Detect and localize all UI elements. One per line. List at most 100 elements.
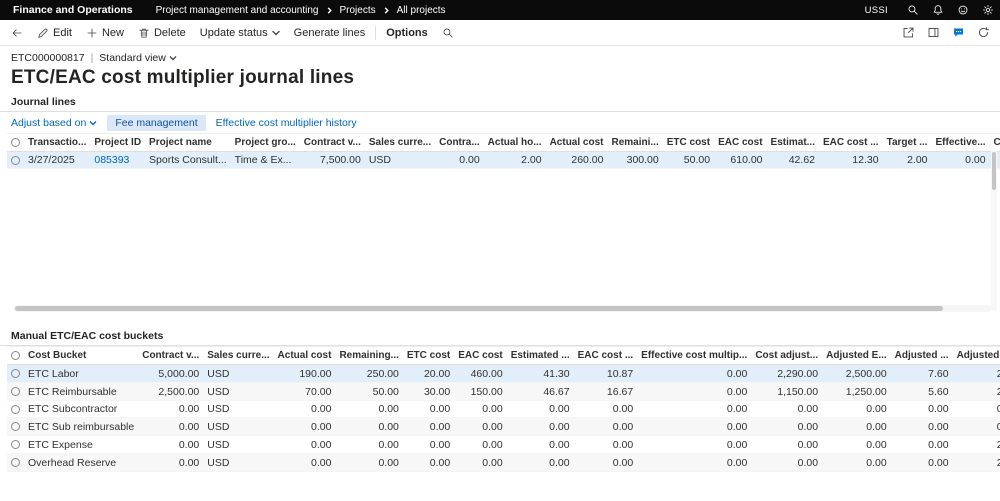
grid-cell: 0.00 (751, 436, 822, 454)
table-row[interactable]: ETC Sub reimbursable0.00USD0.000.000.000… (7, 418, 1000, 436)
side-pane-icon[interactable] (921, 20, 946, 46)
table-row[interactable]: 3/27/2025085393Sports Consult...Time & E… (7, 152, 1000, 169)
row-selector-icon (11, 351, 20, 360)
column-header[interactable]: Contra... (435, 134, 484, 152)
row-selector[interactable] (7, 383, 24, 401)
column-header[interactable]: EAC cost ... (574, 347, 638, 365)
grid-cell: 0.00 (574, 418, 638, 436)
column-header[interactable]: Actual ho... (484, 134, 546, 152)
grid-cell: 16.67 (574, 383, 638, 401)
column-header[interactable]: EAC cost (714, 134, 766, 152)
update-status-button[interactable]: Update status (193, 20, 287, 45)
find-button[interactable] (435, 20, 461, 45)
row-selector[interactable] (7, 418, 24, 436)
back-button[interactable] (4, 20, 30, 45)
options-button[interactable]: Options (379, 20, 435, 45)
column-header[interactable]: Remaini... (607, 134, 662, 152)
row-selector[interactable] (7, 152, 24, 169)
row-selector[interactable] (7, 401, 24, 418)
table-row[interactable]: ETC Expense0.00USD0.000.000.000.000.000.… (7, 436, 1000, 454)
column-header[interactable]: Sales curre... (365, 134, 435, 152)
project-id-link[interactable]: 085393 (94, 154, 129, 166)
grid-cell: 085393 (90, 152, 145, 169)
grid-cell: 0.00 (507, 436, 574, 454)
grid-cell: 0.00 (454, 454, 506, 472)
column-header[interactable]: Estimated ... (507, 347, 574, 365)
open-in-new-window-icon[interactable] (896, 20, 921, 46)
table-row[interactable]: Overhead Reserve0.00USD0.000.000.000.000… (7, 454, 1000, 472)
record-id[interactable]: ETC000000817 (11, 52, 85, 64)
column-header[interactable]: Actual cost (546, 134, 608, 152)
delete-button[interactable]: Delete (131, 20, 193, 45)
column-header[interactable]: Transactio... (24, 134, 90, 152)
grid-cell: 0.00 (574, 436, 638, 454)
grid-cell: 0.00 (751, 454, 822, 472)
select-all-rows[interactable] (7, 134, 24, 152)
search-icon[interactable] (900, 0, 925, 20)
breadcrumb-item-module[interactable]: Project management and accounting (156, 5, 319, 16)
grid-cell: 1,150.00 (751, 383, 822, 401)
grid-cell: 0.00 (822, 436, 891, 454)
column-header[interactable]: ETC cost (663, 134, 714, 152)
grid-cell: 0.00 (932, 152, 990, 169)
table-row[interactable]: ETC Reimbursable2,500.00USD70.0050.0030.… (7, 383, 1000, 401)
page-title: ETC/EAC cost multiplier journal lines (11, 67, 1000, 89)
column-header[interactable]: ETC cost (403, 347, 454, 365)
chat-icon[interactable] (946, 20, 971, 46)
column-header[interactable]: Target ... (883, 134, 932, 152)
breadcrumb-item-area[interactable]: Projects (340, 5, 376, 16)
column-header[interactable]: EAC cost (454, 347, 506, 365)
view-selector[interactable]: Standard view (99, 52, 177, 64)
notifications-icon[interactable] (925, 0, 950, 20)
column-header[interactable]: Effective... (932, 134, 990, 152)
grid-cell: 12.30 (819, 152, 883, 169)
column-header[interactable]: Estimat... (767, 134, 819, 152)
table-row[interactable]: ETC Labor5,000.00USD190.00250.0020.00460… (7, 365, 1000, 383)
scrollbar-thumb[interactable] (15, 306, 943, 311)
select-all-rows[interactable] (7, 347, 24, 365)
generate-lines-button[interactable]: Generate lines (287, 20, 373, 45)
settings-icon[interactable] (975, 0, 1000, 20)
table-row[interactable]: ETC Subcontractor0.00USD0.000.000.000.00… (7, 401, 1000, 418)
grid-cell: 610.00 (714, 152, 766, 169)
app-name[interactable]: Finance and Operations (0, 4, 146, 16)
column-header[interactable]: Remaining... (335, 347, 402, 365)
adjust-based-on-button[interactable]: Adjust based on (11, 117, 97, 129)
grid-cell: 0.00 (822, 454, 891, 472)
refresh-icon[interactable] (971, 20, 996, 46)
fee-management-button[interactable]: Fee management (107, 115, 205, 131)
grid-cell: 5,000.00 (138, 365, 203, 383)
chevron-right-icon (326, 7, 333, 14)
new-button[interactable]: New (79, 20, 131, 45)
column-header[interactable]: Sales curre... (203, 347, 273, 365)
row-selector-icon (11, 387, 20, 396)
column-header[interactable]: Adjusted E... (953, 347, 1000, 365)
grid-cell: 0.00 (335, 418, 402, 436)
column-header[interactable]: Cost adjus... (990, 134, 1000, 152)
column-header[interactable]: Project gro... (231, 134, 300, 152)
column-header[interactable]: Adjusted ... (891, 347, 953, 365)
effective-cost-multiplier-history-button[interactable]: Effective cost multiplier history (216, 117, 357, 129)
feedback-icon[interactable] (950, 0, 975, 20)
scrollbar-thumb[interactable] (992, 152, 996, 190)
column-header[interactable]: Actual cost (274, 347, 336, 365)
column-header[interactable]: Project ID (90, 134, 145, 152)
grid-cell: 2,500.00 (822, 365, 891, 383)
row-selector[interactable] (7, 365, 24, 383)
chevron-right-icon (383, 7, 390, 14)
grid-cell: 0.00 (891, 436, 953, 454)
row-selector[interactable] (7, 436, 24, 454)
column-header[interactable]: EAC cost ... (819, 134, 883, 152)
column-header[interactable]: Contract v... (138, 347, 203, 365)
column-header[interactable]: Cost Bucket (24, 347, 138, 365)
horizontal-scrollbar[interactable] (14, 305, 991, 312)
row-selector[interactable] (7, 454, 24, 472)
column-header[interactable]: Project name (145, 134, 231, 152)
column-header[interactable]: Adjusted E... (822, 347, 891, 365)
vertical-scrollbar[interactable] (991, 151, 997, 311)
column-header[interactable]: Contract v... (300, 134, 365, 152)
column-header[interactable]: Effective cost multip... (637, 347, 751, 365)
breadcrumb-item-page[interactable]: All projects (397, 5, 446, 16)
column-header[interactable]: Cost adjust... (751, 347, 822, 365)
edit-button[interactable]: Edit (30, 20, 79, 45)
